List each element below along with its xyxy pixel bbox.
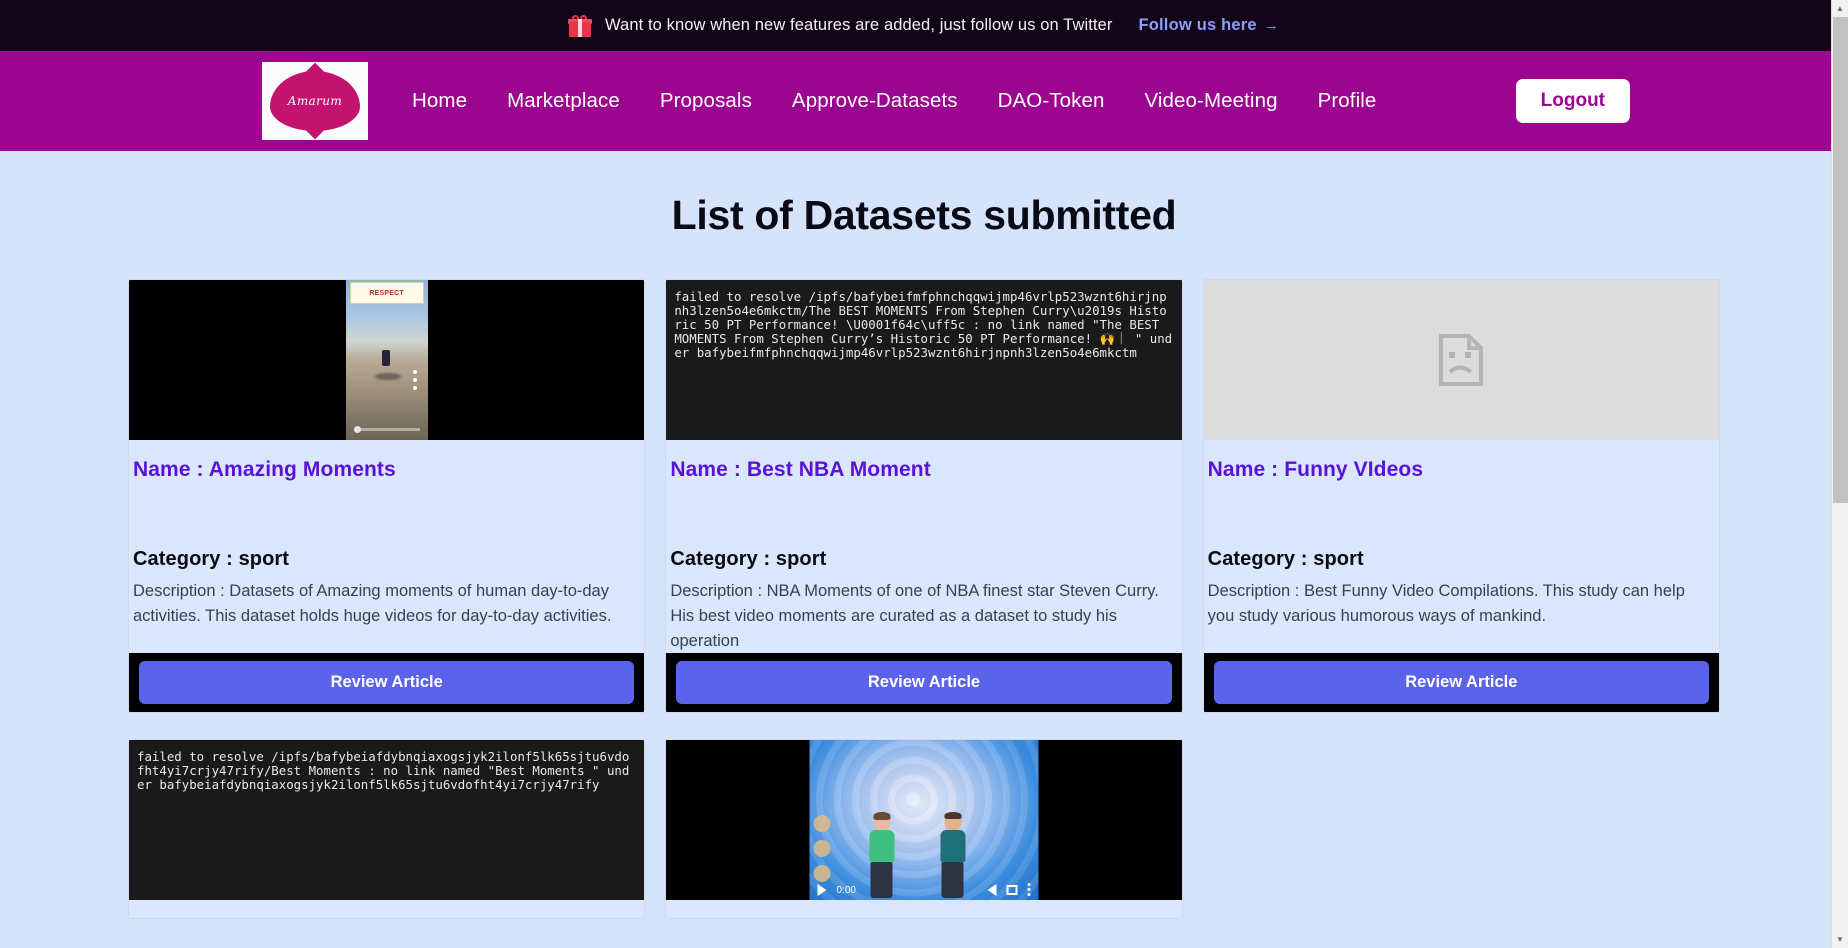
brand-logo[interactable]: Amarum bbox=[262, 62, 368, 140]
video-thumbnail: RESPECT bbox=[345, 280, 428, 440]
announcement-content: Want to know when new features are added… bbox=[568, 14, 1113, 37]
nav-item-video-meeting[interactable]: Video-Meeting bbox=[1124, 83, 1297, 119]
dataset-name-spacer bbox=[1204, 482, 1719, 548]
logo-label: Amarum bbox=[287, 94, 343, 108]
broken-image-icon bbox=[1439, 334, 1484, 386]
dataset-card: failed to resolve /ipfs/bafybeifmfphnchq… bbox=[665, 279, 1183, 714]
logout-button[interactable]: Logout bbox=[1515, 79, 1630, 123]
video-subject bbox=[381, 350, 390, 367]
dataset-card-footer: Review Article bbox=[1203, 653, 1719, 713]
dataset-category: Category : sport bbox=[670, 548, 827, 570]
video-thumbnail: 0:00 bbox=[809, 740, 1039, 901]
nav-item-home[interactable]: Home bbox=[392, 83, 487, 119]
dataset-description: Description : NBA Moments of one of NBA … bbox=[670, 582, 1159, 650]
nav-item-proposals[interactable]: Proposals bbox=[640, 83, 772, 119]
announcement-text: Want to know when new features are added… bbox=[605, 16, 1113, 34]
dataset-card-body: Name : Funny VIdeos Category : sport Des… bbox=[1204, 440, 1719, 653]
dataset-description: Description : Datasets of Amazing moment… bbox=[133, 582, 612, 625]
dataset-card: Name : Funny VIdeos Category : sport Des… bbox=[1202, 279, 1720, 714]
video-time-label: 0:00 bbox=[836, 884, 856, 896]
page-viewport: Want to know when new features are added… bbox=[0, 0, 1848, 948]
dataset-category: Category : sport bbox=[133, 548, 290, 570]
dataset-video-player[interactable]: 0:00 bbox=[666, 740, 1182, 901]
review-article-button[interactable]: Review Article bbox=[139, 661, 635, 705]
main-navbar: Amarum Home Marketplace Proposals Approv… bbox=[0, 51, 1848, 151]
dataset-name-spacer bbox=[666, 482, 1181, 548]
page-scrollbar[interactable]: ▲ ▼ bbox=[1831, 0, 1848, 948]
follow-us-link[interactable]: Follow us here → bbox=[1138, 16, 1279, 35]
nav-links: Home Marketplace Proposals Approve-Datas… bbox=[392, 83, 1396, 119]
gift-icon bbox=[568, 14, 592, 37]
dataset-video-player[interactable]: RESPECT bbox=[129, 280, 645, 440]
video-caption-banner: RESPECT bbox=[349, 282, 424, 304]
scrollbar-up-arrow[interactable]: ▲ bbox=[1832, 0, 1848, 17]
dataset-media-broken bbox=[1203, 280, 1719, 440]
review-article-button[interactable]: Review Article bbox=[676, 661, 1172, 705]
dataset-card-body: Name : Best NBA Moment Category : sport … bbox=[666, 440, 1181, 653]
nav-item-approve-datasets[interactable]: Approve-Datasets bbox=[772, 83, 978, 119]
video-overlay-badges bbox=[813, 815, 831, 890]
nav-item-dao-token[interactable]: DAO-Token bbox=[978, 83, 1125, 119]
video-progress-bar[interactable] bbox=[353, 426, 420, 433]
dataset-card: RESPECT Name : Amazing Moments Category … bbox=[128, 279, 646, 714]
arrow-right-icon: → bbox=[1263, 17, 1279, 34]
datasets-grid: RESPECT Name : Amazing Moments Category … bbox=[0, 279, 1848, 920]
video-more-options-icon[interactable] bbox=[412, 369, 417, 390]
dataset-category: Category : sport bbox=[1207, 548, 1364, 570]
dataset-card-body bbox=[129, 900, 644, 918]
dataset-card: 0:00 bbox=[665, 739, 1183, 920]
dataset-name: Name : Amazing Moments bbox=[133, 458, 396, 481]
play-icon[interactable] bbox=[817, 884, 827, 897]
scrollbar-thumb[interactable] bbox=[1833, 17, 1848, 503]
video-background bbox=[809, 740, 1039, 901]
dataset-card-body bbox=[1203, 739, 1720, 919]
amarum-logo-icon: Amarum bbox=[272, 73, 358, 129]
dataset-media-error: failed to resolve /ipfs/bafybeifmfphnchq… bbox=[666, 280, 1182, 440]
follow-us-label: Follow us here bbox=[1138, 16, 1257, 34]
announcement-banner: Want to know when new features are added… bbox=[0, 0, 1848, 51]
nav-item-marketplace[interactable]: Marketplace bbox=[487, 83, 640, 119]
dataset-card-body bbox=[666, 900, 1181, 918]
ipfs-error-text: failed to resolve /ipfs/bafybeiafdybnqia… bbox=[137, 749, 630, 793]
dataset-media-error: failed to resolve /ipfs/bafybeiafdybnqia… bbox=[129, 740, 645, 901]
dataset-name: Name : Funny VIdeos bbox=[1207, 458, 1424, 481]
video-more-options-icon[interactable] bbox=[1027, 882, 1031, 898]
volume-icon[interactable] bbox=[987, 884, 997, 897]
page-title: List of Datasets submitted bbox=[671, 192, 1177, 238]
dataset-description: Description : Best Funny Video Compilati… bbox=[1207, 582, 1685, 625]
review-article-button[interactable]: Review Article bbox=[1213, 661, 1709, 705]
dataset-card-body: Name : Amazing Moments Category : sport … bbox=[129, 440, 644, 653]
nav-item-profile[interactable]: Profile bbox=[1298, 83, 1397, 119]
scrollbar-down-arrow[interactable]: ▼ bbox=[1832, 931, 1848, 948]
dataset-name-spacer bbox=[129, 482, 644, 548]
dataset-name: Name : Best NBA Moment bbox=[670, 458, 931, 481]
fullscreen-icon[interactable] bbox=[1006, 885, 1018, 896]
dataset-card-footer: Review Article bbox=[666, 653, 1182, 713]
video-shadow bbox=[375, 372, 402, 380]
video-controls-bar[interactable]: 0:00 bbox=[809, 880, 1038, 900]
dataset-card-placeholder bbox=[1203, 739, 1720, 919]
ipfs-error-text: failed to resolve /ipfs/bafybeifmfphnchq… bbox=[674, 289, 1173, 360]
dataset-card-footer: Review Article bbox=[129, 653, 645, 713]
dataset-card: failed to resolve /ipfs/bafybeiafdybnqia… bbox=[128, 739, 646, 920]
